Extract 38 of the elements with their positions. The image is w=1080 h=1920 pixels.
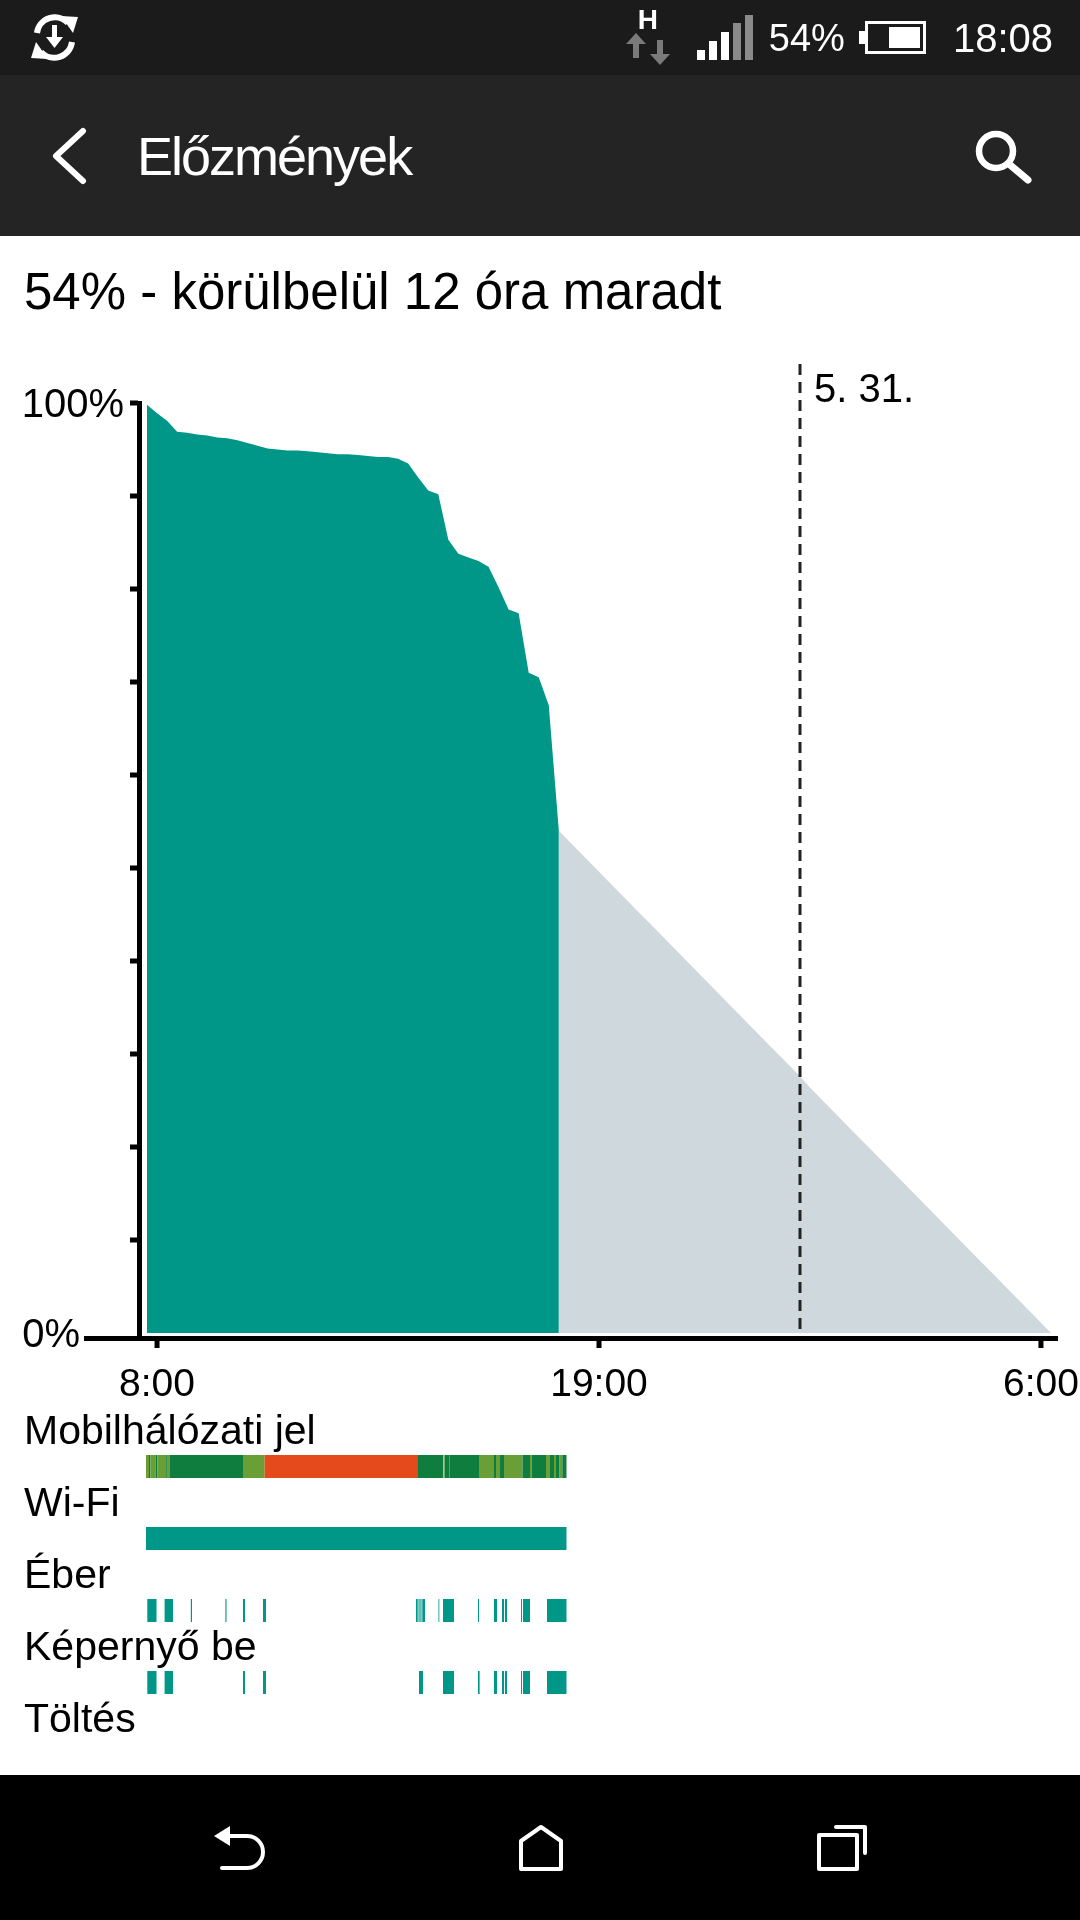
data-arrows-icon	[625, 32, 670, 65]
screen-on-segment	[263, 1671, 266, 1694]
awake-segment	[547, 1599, 567, 1622]
date-label: 5. 31.	[814, 366, 915, 410]
awake-segment	[443, 1599, 454, 1622]
screen-on-segment	[419, 1671, 423, 1694]
back-button[interactable]	[50, 126, 88, 185]
screen-title: Előzmények	[137, 124, 412, 187]
home-icon	[519, 1824, 563, 1871]
track-label: Képernyő be	[24, 1622, 257, 1671]
screen-on-segment	[443, 1671, 454, 1694]
screen-on-segment	[164, 1671, 173, 1694]
track-label: Mobilhálózati jel	[24, 1406, 316, 1455]
y-axis-label: 0%	[22, 1311, 80, 1355]
track-label: Wi-Fi	[24, 1478, 120, 1527]
track-label: Éber	[24, 1550, 111, 1599]
battery-icon	[858, 21, 926, 54]
battery-summary: 54% - körülbelül 12 óra maradt	[24, 263, 722, 321]
back-icon	[214, 1823, 266, 1872]
recent-apps-icon	[816, 1824, 868, 1871]
x-axis-label: 8:00	[119, 1361, 195, 1404]
sync-icon	[28, 11, 81, 64]
screen-on-segment	[547, 1671, 567, 1694]
awake-segment	[164, 1599, 173, 1622]
y-axis-label: 100%	[21, 381, 124, 425]
clock-time: 18:08	[952, 17, 1053, 58]
screen-on-segment	[494, 1671, 497, 1694]
signal-icon	[696, 15, 753, 60]
battery-percent: 54%	[768, 18, 845, 57]
screen-on-segment	[147, 1671, 157, 1694]
awake-segment	[494, 1599, 497, 1622]
network-type-label: H	[637, 6, 658, 33]
awake-segment	[263, 1599, 266, 1622]
back-icon	[50, 126, 88, 185]
x-axis-label: 19:00	[550, 1361, 648, 1404]
x-axis-label: 6:00	[1003, 1361, 1079, 1404]
track-label: Töltés	[24, 1694, 136, 1743]
awake-segment	[147, 1599, 157, 1622]
